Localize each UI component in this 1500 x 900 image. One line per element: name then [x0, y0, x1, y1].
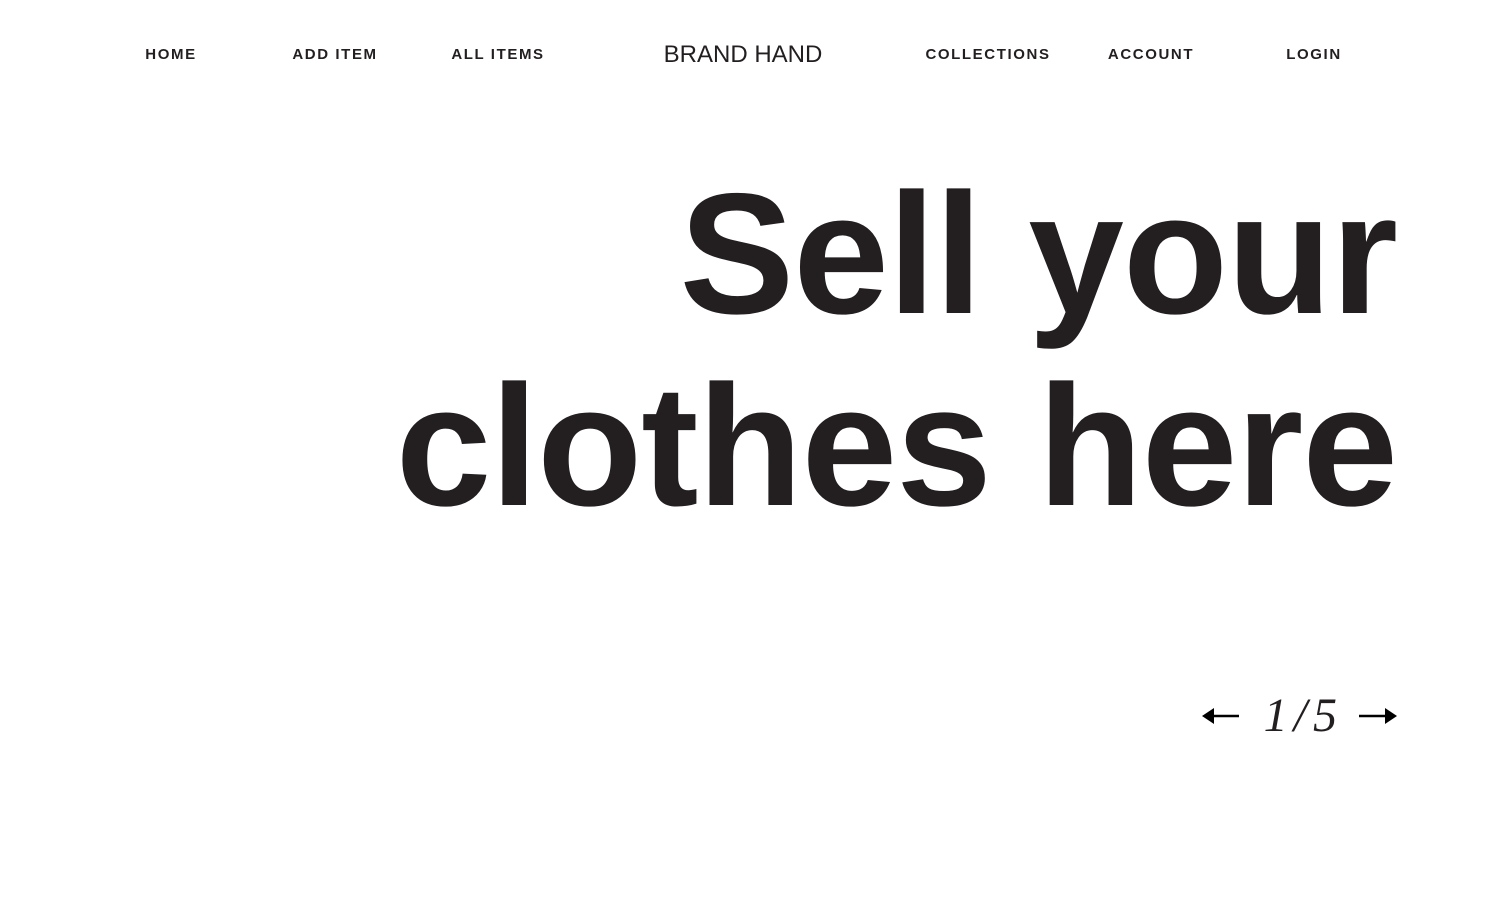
arrow-right-icon[interactable] [1359, 704, 1397, 728]
nav-collections-link[interactable]: COLLECTIONS [925, 46, 1050, 64]
nav-add-item-link[interactable]: ADD ITEM [292, 46, 377, 64]
nav-account-link[interactable]: ACCOUNT [1108, 46, 1194, 64]
slide-separator: / [1293, 689, 1307, 742]
arrow-left-icon[interactable] [1201, 704, 1240, 728]
page: HOME ADD ITEM ALL ITEMS BRAND HAND COLLE… [0, 0, 1500, 900]
slide-pager: 1/5 [1201, 690, 1397, 742]
nav-home-link[interactable]: HOME [145, 46, 196, 64]
nav-login-link[interactable]: LOGIN [1286, 46, 1342, 64]
hero-headline-line-2: clothes here [395, 350, 1398, 542]
hero-headline: Sell your clothes here [297, 158, 1398, 542]
slide-current: 1 [1263, 689, 1288, 742]
slide-counter: 1/5 [1264, 690, 1337, 742]
nav-all-items-link[interactable]: ALL ITEMS [451, 46, 544, 64]
hero-headline-line-1: Sell your [679, 158, 1398, 350]
brand-logo-link[interactable]: BRAND HAND [664, 41, 823, 69]
slide-total: 5 [1313, 689, 1337, 742]
